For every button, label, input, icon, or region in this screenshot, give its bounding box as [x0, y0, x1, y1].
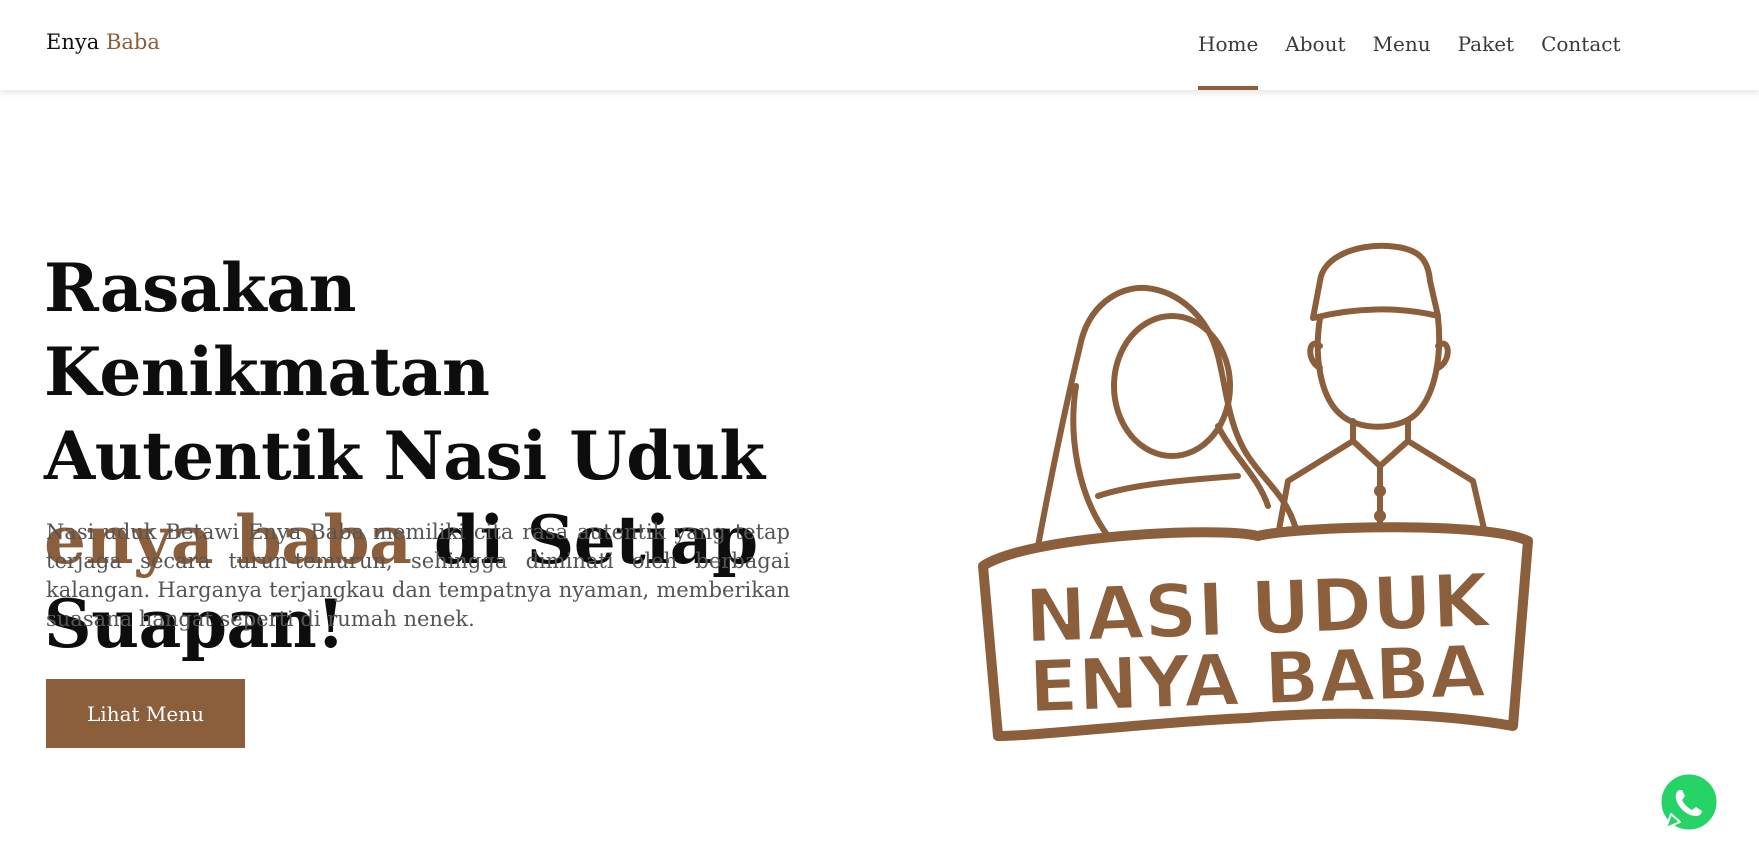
- nav-about[interactable]: About: [1285, 0, 1345, 90]
- view-menu-button[interactable]: Lihat Menu: [46, 679, 245, 748]
- brand-first: Enya: [46, 30, 100, 54]
- brand-logo[interactable]: Enya Baba: [46, 30, 160, 54]
- nasi-uduk-logo: NASI UDUK ENYA BABA: [968, 236, 1548, 746]
- nav-home[interactable]: Home: [1198, 0, 1259, 90]
- brand-second: Baba: [105, 30, 160, 54]
- nav-paket[interactable]: Paket: [1458, 0, 1514, 90]
- navbar: Enya Baba Home About Menu Paket Contact: [0, 0, 1759, 90]
- hero-title-part1: Rasakan Kenikmatan Autentik Nasi Uduk: [44, 249, 765, 495]
- logo-text-line2: ENYA BABA: [1027, 629, 1487, 729]
- nav-menu: Home About Menu Paket Contact: [1198, 0, 1648, 90]
- nav-contact[interactable]: Contact: [1541, 0, 1620, 90]
- whatsapp-button[interactable]: [1656, 770, 1722, 836]
- hero-description: Nasi uduk Betawi Enya Baba memiliki cita…: [46, 520, 790, 631]
- nav-menu-link[interactable]: Menu: [1373, 0, 1431, 90]
- whatsapp-icon: [1658, 771, 1720, 833]
